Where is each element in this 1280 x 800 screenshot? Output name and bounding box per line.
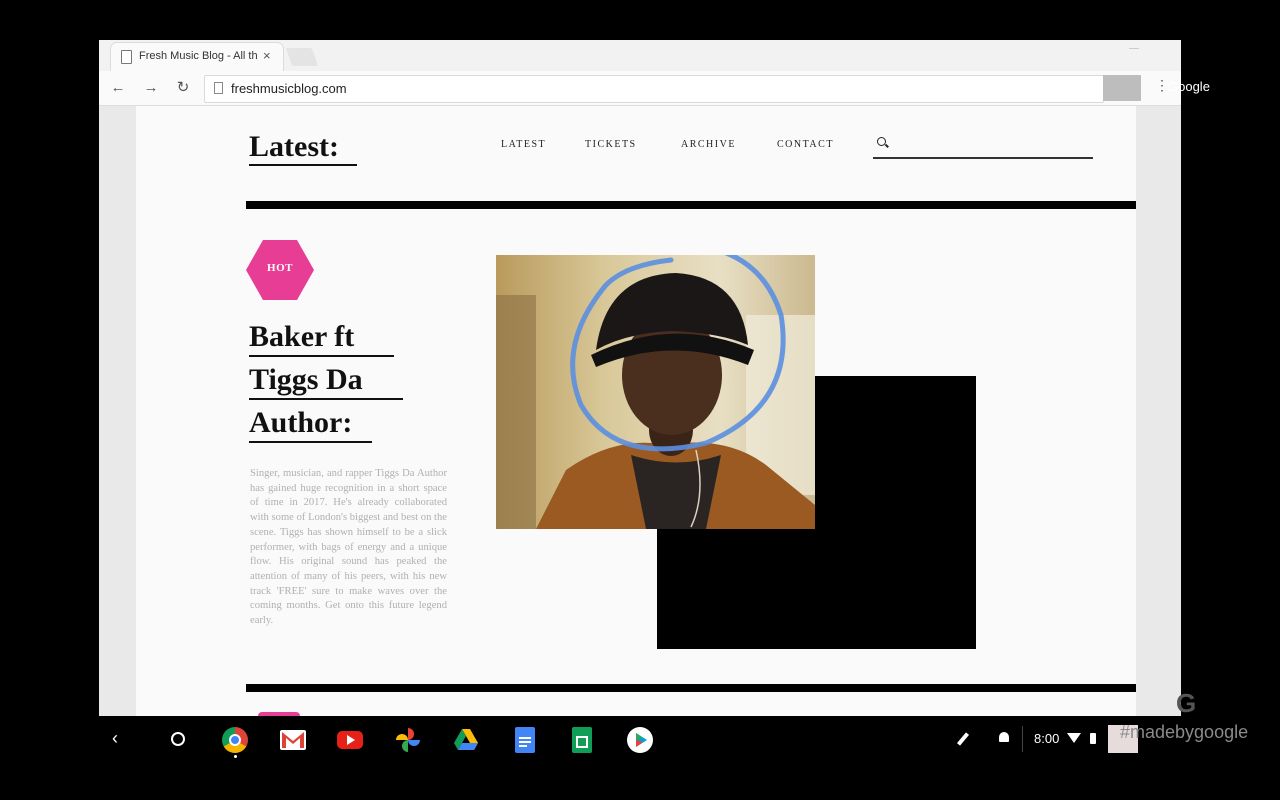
drive-triangle-icon bbox=[454, 729, 478, 750]
page-icon bbox=[214, 82, 223, 94]
search-input[interactable] bbox=[892, 134, 1094, 156]
play-triangle-icon bbox=[636, 733, 647, 747]
menu-icon[interactable]: ⋮ bbox=[1155, 77, 1169, 94]
headline-line-3[interactable]: Author: bbox=[249, 406, 352, 440]
stylus-icon[interactable] bbox=[956, 732, 970, 746]
hot-badge-label: HOT bbox=[267, 262, 293, 274]
status-divider bbox=[1022, 726, 1023, 752]
headline-line-1[interactable]: Baker ft bbox=[249, 320, 354, 354]
back-button[interactable]: ← bbox=[107, 77, 129, 99]
docs-line-icon bbox=[519, 737, 531, 739]
minimize-icon[interactable] bbox=[1129, 48, 1139, 49]
nav-contact[interactable]: CONTACT bbox=[777, 139, 834, 150]
docs-line-icon bbox=[519, 741, 531, 743]
madebygoogle-watermark: #madebygoogle bbox=[1120, 722, 1249, 742]
running-indicator bbox=[234, 755, 237, 758]
tab-title: Fresh Music Blog - All th bbox=[139, 50, 258, 62]
page-viewport: Latest: LATEST TICKETS ARCHIVE CONTACT H… bbox=[99, 106, 1181, 716]
forward-button[interactable]: → bbox=[140, 77, 162, 99]
site-logo[interactable]: Latest: bbox=[249, 130, 339, 164]
portrait-illustration bbox=[496, 255, 815, 529]
browser-toolbar: ← → ↻ freshmusicblog.com ⋮ bbox=[99, 71, 1181, 106]
url-text[interactable]: freshmusicblog.com bbox=[231, 81, 347, 96]
photos-icon[interactable] bbox=[395, 727, 421, 753]
nav-tickets[interactable]: TICKETS bbox=[585, 139, 637, 150]
chrome-center-icon bbox=[229, 734, 241, 746]
sheets-icon[interactable] bbox=[572, 727, 592, 753]
sheets-grid-icon bbox=[576, 736, 588, 748]
section-divider bbox=[246, 684, 1136, 692]
reload-button[interactable]: ↻ bbox=[172, 77, 194, 99]
clock-time[interactable]: 8:00 bbox=[1034, 731, 1059, 746]
wifi-icon[interactable] bbox=[1067, 733, 1081, 743]
extension-button[interactable] bbox=[1103, 75, 1141, 101]
search-underline bbox=[873, 157, 1093, 159]
headline-underline bbox=[249, 398, 403, 400]
tab-strip: Fresh Music Blog - All th × bbox=[99, 40, 1181, 71]
notification-bell-icon[interactable] bbox=[999, 732, 1009, 742]
gmail-glyph-icon bbox=[282, 732, 304, 748]
gmail-icon[interactable] bbox=[280, 730, 306, 750]
docs-icon[interactable] bbox=[515, 727, 535, 753]
headline-underline bbox=[249, 355, 394, 357]
battery-icon[interactable] bbox=[1090, 733, 1096, 744]
article-photo[interactable] bbox=[496, 255, 815, 529]
chrome-icon[interactable] bbox=[222, 727, 248, 753]
document-icon bbox=[121, 50, 132, 64]
search-icon[interactable] bbox=[877, 137, 886, 146]
headline-line-2[interactable]: Tiggs Da bbox=[249, 363, 363, 397]
launcher-icon[interactable] bbox=[171, 732, 185, 746]
hot-badge: HOT bbox=[246, 240, 314, 300]
article-body: Singer, musician, and rapper Tiggs Da Au… bbox=[250, 468, 447, 627]
header-divider bbox=[246, 201, 1136, 209]
play-glyph-icon bbox=[347, 735, 355, 745]
docs-line-icon bbox=[519, 745, 527, 747]
web-page: Latest: LATEST TICKETS ARCHIVE CONTACT H… bbox=[136, 106, 1136, 716]
watermark-logo: G bbox=[1176, 688, 1197, 718]
youtube-icon[interactable] bbox=[337, 731, 363, 749]
nav-latest[interactable]: LATEST bbox=[501, 139, 546, 150]
address-bar[interactable]: freshmusicblog.com bbox=[204, 75, 1104, 103]
shelf-back-icon[interactable]: ‹ bbox=[112, 728, 118, 749]
tab-close-icon[interactable]: × bbox=[263, 48, 271, 63]
headline-underline bbox=[249, 441, 372, 443]
drive-icon[interactable] bbox=[453, 727, 479, 753]
browser-window: Fresh Music Blog - All th × ← → ↻ freshm… bbox=[99, 40, 1181, 716]
os-shelf: G ‹ 8:00 #madebygoogle bbox=[0, 688, 1280, 800]
tab-fresh-music-blog[interactable]: Fresh Music Blog - All th × bbox=[111, 43, 283, 71]
logo-underline bbox=[249, 164, 357, 166]
play-store-icon[interactable] bbox=[627, 727, 653, 753]
new-tab-button[interactable] bbox=[285, 48, 319, 66]
google-label: Google bbox=[1168, 79, 1210, 94]
pinwheel-icon bbox=[396, 728, 420, 752]
nav-archive[interactable]: ARCHIVE bbox=[681, 139, 736, 150]
